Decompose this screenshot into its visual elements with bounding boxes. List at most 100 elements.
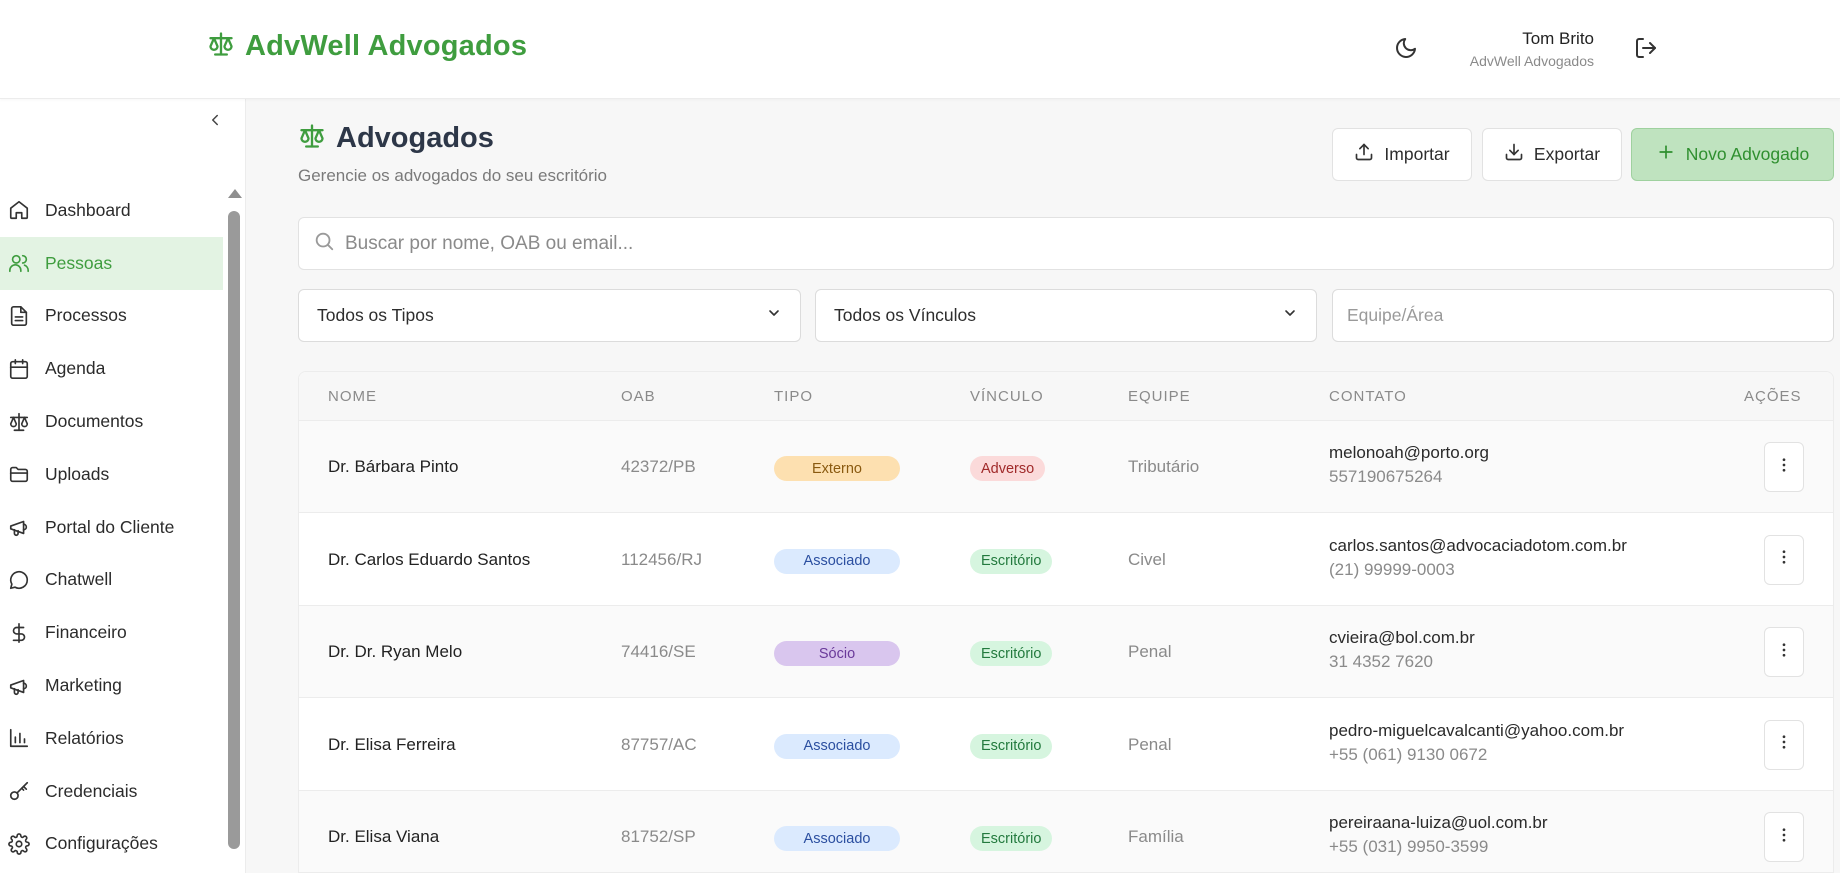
table-row[interactable]: Dr. Carlos Eduardo Santos 112456/RJ Asso… xyxy=(299,513,1833,606)
lawyer-equipe: Penal xyxy=(1128,734,1172,754)
calendar-icon xyxy=(8,358,30,380)
sidebar-item-chatwell[interactable]: Chatwell xyxy=(0,554,223,607)
sidebar-item-pessoas[interactable]: Pessoas xyxy=(0,236,223,290)
search-input[interactable] xyxy=(345,232,1745,255)
column-header-oab[interactable]: OAB xyxy=(621,388,656,405)
sidebar-item-label: Financeiro xyxy=(45,622,127,643)
column-header-acoes: AÇÕES xyxy=(1744,388,1802,405)
sidebar-item-configuracoes[interactable]: Configurações xyxy=(0,818,223,871)
lawyer-oab: 74416/SE xyxy=(621,642,696,661)
sidebar-item-processos[interactable]: Processos xyxy=(0,290,223,343)
row-actions-button[interactable] xyxy=(1764,812,1804,862)
sidebar-item-label: Configurações xyxy=(45,833,158,854)
export-button-label: Exportar xyxy=(1533,144,1601,164)
collapse-sidebar-chevron-left-icon[interactable] xyxy=(204,109,226,131)
column-header-vinculo[interactable]: VÍNCULO xyxy=(970,388,1044,405)
scale-icon xyxy=(298,122,326,155)
sidebar-item-relatorios[interactable]: Relatórios xyxy=(0,712,223,765)
column-header-nome[interactable]: NOME xyxy=(328,388,377,405)
search-icon xyxy=(313,230,335,257)
row-actions-button[interactable] xyxy=(1764,719,1804,770)
sidebar-item-agenda[interactable]: Agenda xyxy=(0,342,223,395)
new-lawyer-button-label: Novo Advogado xyxy=(1685,144,1810,164)
sidebar-item-marketing[interactable]: Marketing xyxy=(0,659,223,712)
tipo-badge: Associado xyxy=(774,548,900,574)
table-header: NOME OAB TIPO VÍNCULO EQUIPE CONTATO AÇÕ… xyxy=(299,372,1833,421)
row-actions-button[interactable] xyxy=(1764,442,1804,492)
users-icon xyxy=(8,252,30,274)
brand-logo[interactable]: AdvWell Advogados xyxy=(207,30,527,63)
sidebar-item-label: Marketing xyxy=(45,675,122,696)
lawyer-name: Dr. Bárbara Pinto xyxy=(328,457,459,476)
table-row[interactable]: Dr. Elisa Viana 81752/SP Associado Escri… xyxy=(299,791,1833,872)
file-text-icon xyxy=(8,305,30,327)
table-row[interactable]: Dr. Dr. Ryan Melo 74416/SE Sócio Escritó… xyxy=(299,606,1833,698)
home-icon xyxy=(8,199,30,221)
sidebar-item-label: Portal do Cliente xyxy=(45,516,175,537)
lawyer-name: Dr. Elisa Ferreira xyxy=(328,734,456,754)
lawyer-phone: +55 (061) 9130 0672 xyxy=(1329,744,1488,764)
sidebar-item-dashboard[interactable]: Dashboard xyxy=(0,184,223,237)
lawyer-equipe: Família xyxy=(1128,827,1184,846)
import-button[interactable]: Importar xyxy=(1332,128,1472,181)
new-lawyer-button[interactable]: Novo Advogado xyxy=(1631,128,1834,181)
lawyer-email: melonoah@porto.org xyxy=(1329,443,1489,462)
user-organization: AdvWell Advogados xyxy=(1469,53,1594,69)
sidebar-item-label: Dashboard xyxy=(45,199,131,220)
sidebar-item-documentos[interactable]: Documentos xyxy=(0,395,223,448)
more-vertical-icon xyxy=(1775,641,1793,664)
theme-toggle-moon-icon[interactable] xyxy=(1393,35,1419,61)
column-header-equipe[interactable]: EQUIPE xyxy=(1128,388,1191,405)
page-header: Advogados xyxy=(298,122,494,155)
upload-icon xyxy=(1354,142,1374,167)
lawyer-email: carlos.santos@advocaciadotom.com.br xyxy=(1329,535,1627,555)
equipe-filter-input[interactable] xyxy=(1347,305,1817,326)
import-button-label: Importar xyxy=(1384,144,1450,164)
sidebar-item-uploads[interactable]: Uploads xyxy=(0,448,223,501)
row-actions-button[interactable] xyxy=(1764,627,1804,677)
sidebar-item-label: Processos xyxy=(45,305,127,326)
logout-icon[interactable] xyxy=(1633,35,1659,61)
vinculo-filter-select[interactable]: Todos os Vínculos xyxy=(815,289,1317,342)
table-row[interactable]: Dr. Bárbara Pinto 42372/PB Externo Adver… xyxy=(299,421,1833,513)
dollar-icon xyxy=(8,622,30,644)
sidebar-item-label: Agenda xyxy=(45,358,106,379)
lawyer-phone: 557190675264 xyxy=(1329,467,1443,486)
lawyer-phone: 31 4352 7620 xyxy=(1329,652,1433,671)
megaphone-icon xyxy=(8,516,30,538)
tipo-filter-value: Todos os Tipos xyxy=(317,305,434,325)
table-row[interactable]: Dr. Elisa Ferreira 87757/AC Associado Es… xyxy=(299,698,1833,791)
lawyer-equipe: Tributário xyxy=(1128,457,1200,476)
lawyer-email: cvieira@bol.com.br xyxy=(1329,628,1475,647)
lawyer-oab: 87757/AC xyxy=(621,734,697,754)
scroll-up-arrow-icon[interactable] xyxy=(228,189,242,198)
sidebar-item-credenciais[interactable]: Credenciais xyxy=(0,765,223,818)
tipo-badge: Associado xyxy=(774,733,900,759)
lawyer-name: Dr. Dr. Ryan Melo xyxy=(328,642,463,661)
sidebar-item-portal-do-cliente[interactable]: Portal do Cliente xyxy=(0,501,223,554)
more-vertical-icon xyxy=(1775,826,1793,849)
lawyer-email: pedro-miguelcavalcanti@yahoo.com.br xyxy=(1329,720,1625,740)
lawyer-oab: 42372/PB xyxy=(621,457,696,476)
lawyers-table: NOME OAB TIPO VÍNCULO EQUIPE CONTATO AÇÕ… xyxy=(298,371,1834,873)
scrollbar-thumb[interactable] xyxy=(228,211,240,849)
brand-title: AdvWell Advogados xyxy=(245,30,528,62)
export-button[interactable]: Exportar xyxy=(1482,128,1622,181)
top-header: AdvWell Advogados Tom Brito AdvWell Advo… xyxy=(0,0,1840,99)
sidebar: Dashboard Pessoas Processos Agenda Docum… xyxy=(0,99,246,873)
column-header-contato[interactable]: CONTATO xyxy=(1329,388,1407,405)
sidebar-item-label: Documentos xyxy=(45,411,144,432)
lawyer-oab: 81752/SP xyxy=(621,827,696,846)
sidebar-scrollbar[interactable] xyxy=(226,187,242,873)
vinculo-badge: Escritório xyxy=(970,548,1053,574)
lawyer-name: Dr. Elisa Viana xyxy=(328,827,440,846)
tipo-badge: Externo xyxy=(774,456,900,481)
tipo-badge: Associado xyxy=(774,826,900,851)
tipo-filter-select[interactable]: Todos os Tipos xyxy=(298,289,801,342)
lawyer-contact: pereiraana-luiza@uol.com.br +55 (031) 99… xyxy=(1329,813,1548,857)
user-name: Tom Brito xyxy=(1522,29,1594,48)
column-header-tipo[interactable]: TIPO xyxy=(774,388,813,405)
user-info: Tom Brito AdvWell Advogados xyxy=(1470,29,1594,69)
row-actions-button[interactable] xyxy=(1764,534,1804,585)
sidebar-item-financeiro[interactable]: Financeiro xyxy=(0,606,223,659)
